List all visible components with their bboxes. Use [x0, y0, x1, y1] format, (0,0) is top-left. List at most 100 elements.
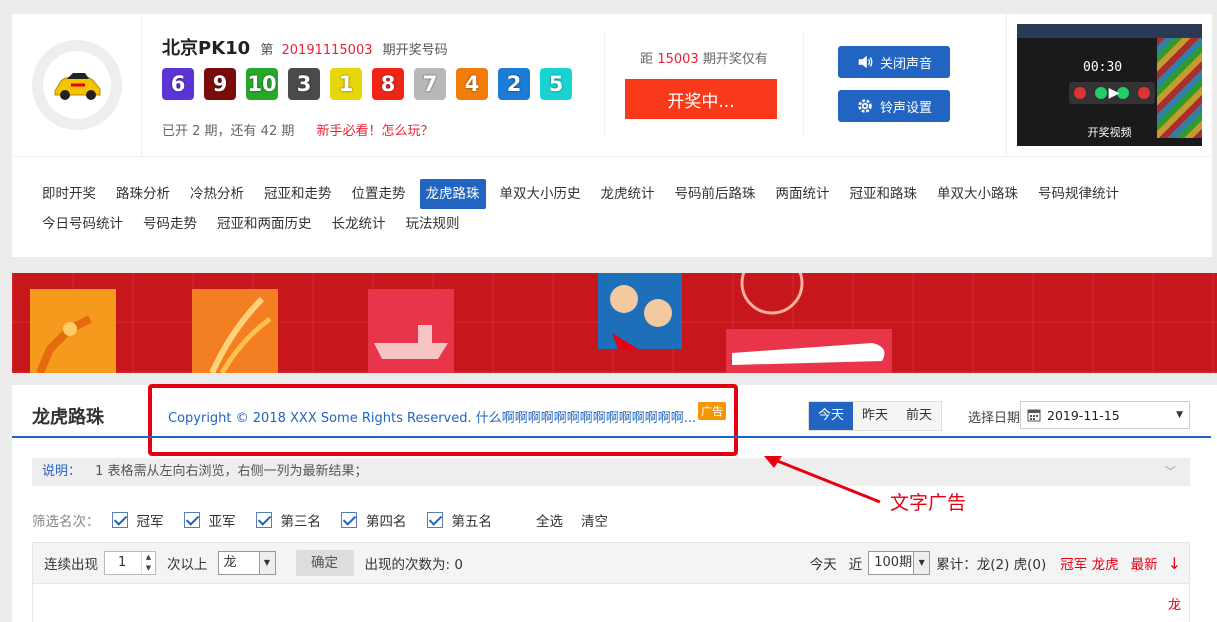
day-tabs: 今天 昨天 前天 [808, 401, 942, 431]
ringtone-button-label: 铃声设置 [879, 100, 932, 116]
checkbox-checked-icon[interactable] [255, 512, 272, 528]
help-link[interactable]: 新手必看！怎么玩？ [316, 124, 433, 139]
speaker-icon [858, 55, 873, 69]
nav-item-row2-3[interactable]: 长龙统计 [326, 209, 392, 239]
confirm-button[interactable]: 确定 [295, 550, 354, 576]
recent-label: 近 [848, 557, 863, 573]
stepper-arrows-icon[interactable]: ▲ ▼ [141, 552, 155, 574]
mute-button-label: 关闭声音 [879, 56, 932, 72]
times-above-label: 次以上 [167, 557, 208, 573]
result-ball: 3 [288, 68, 320, 100]
promo-banner[interactable] [12, 273, 1217, 373]
consecutive-label: 连续出现 [44, 557, 98, 573]
nav-item-row1-7[interactable]: 龙虎统计 [595, 179, 661, 209]
checkbox-checked-icon[interactable] [341, 512, 357, 528]
occurrence-count: 出现的次数为: 0 [364, 557, 463, 573]
nav-item-row2-2[interactable]: 冠亚和两面历史 [211, 209, 318, 239]
nav-item-row1-2[interactable]: 冷热分析 [184, 179, 250, 209]
children-tile [598, 273, 682, 349]
rank-checkbox-2[interactable]: 第三名 [255, 510, 321, 530]
select-arrow-icon: ▼ [258, 552, 275, 574]
game-name: 北京PK10 [162, 38, 251, 59]
result-ball: 5 [540, 68, 572, 100]
nav-item-row1-5[interactable]: 龙虎路珠 [419, 179, 486, 209]
draw-progress-text: 已开 2 期，还有 42 期 [162, 124, 295, 139]
gear-icon [858, 99, 872, 113]
draw-video-thumbnail[interactable]: 00:30 ▶ 开奖视频 [1017, 24, 1202, 146]
nav-item-row1-0[interactable]: 即时开奖 [36, 179, 102, 209]
issue-suffix: 期开奖号码 [382, 43, 448, 58]
select-all-link[interactable]: 全选 [536, 510, 563, 530]
day-tab-1[interactable]: 昨天 [853, 402, 897, 430]
clear-link[interactable]: 清空 [581, 510, 608, 530]
issue-number: 20191115003 [281, 43, 373, 58]
arrow-down-icon: ↓ [1167, 553, 1181, 573]
ship-tile [368, 289, 454, 373]
nav-item-row1-9[interactable]: 两面统计 [770, 179, 836, 209]
rank-checkbox-4[interactable]: 第五名 [426, 510, 492, 530]
countdown-panel: 距 15003 期开奖仅有 开奖中... [604, 34, 804, 136]
rank-filter: 筛选名次： 冠军 亚军 第三名 第四名 第五名 全选 清空 [32, 510, 608, 530]
draw-result-balls: 6 9 10 3 1 8 7 4 2 5 [162, 68, 572, 100]
nav-item-row1-4[interactable]: 位置走势 [346, 179, 412, 209]
countdown-issue: 15003 [657, 52, 699, 67]
countdown-text: 距 15003 期开奖仅有 [640, 52, 768, 67]
type-select[interactable]: 龙 ▼ [217, 551, 276, 575]
period-select[interactable]: 100期 ▼ [868, 551, 931, 575]
rank-checkbox-3[interactable]: 第四名 [341, 510, 407, 530]
video-label: 开奖视频 [1087, 126, 1132, 139]
nav-item-row1-11[interactable]: 单双大小路珠 [931, 179, 1024, 209]
rank-checkbox-0[interactable]: 冠军 [111, 510, 164, 530]
consecutive-count-stepper[interactable]: 1 ▲ ▼ [104, 551, 156, 575]
nav-item-row2-0[interactable]: 今日号码统计 [36, 209, 129, 239]
chevron-down-icon[interactable]: ﹀ [1165, 458, 1176, 486]
nav-item-row1-1[interactable]: 路珠分析 [110, 179, 176, 209]
nav-item-row2-4[interactable]: 玩法规则 [400, 209, 466, 239]
draw-status: 已开 2 期，还有 42 期 新手必看！怎么玩？ [162, 120, 434, 139]
checkbox-checked-icon[interactable] [426, 512, 443, 528]
nav-item-row1-12[interactable]: 号码规律统计 [1032, 179, 1125, 209]
calendar-icon [1027, 409, 1041, 422]
newest-label: 最新 [1130, 557, 1158, 573]
nav-item-row2-1[interactable]: 号码走势 [137, 209, 203, 239]
filter-label: 筛选名次： [32, 514, 100, 530]
query-toolbar: 连续出现 1 ▲ ▼ 次以上 龙 ▼ 确定 出现的次数为: 0 今天 近 100期… [32, 542, 1190, 584]
select-arrow-icon: ▼ [913, 552, 930, 574]
champion-dragon-tiger-label: 冠军 龙虎 [1060, 557, 1119, 573]
annotation-label: 文字广告 [890, 492, 967, 514]
road-cell: 龙 [1167, 598, 1181, 613]
day-tab-2[interactable]: 前天 [897, 402, 941, 430]
sound-controls: 关闭声音 铃声设置 [838, 46, 950, 134]
date-label: 选择日期 [968, 411, 1021, 426]
ringtone-settings-button[interactable]: 铃声设置 [838, 90, 950, 122]
today-link[interactable]: 今天 [810, 553, 837, 573]
analysis-nav: 即时开奖 路珠分析 冷热分析 冠亚和走势 位置走势 龙虎路珠 单双大小历史 龙虎统计 号码前后路… [12, 156, 1212, 257]
date-value: 2019-11-15 [1047, 407, 1120, 423]
drawing-button[interactable]: 开奖中... [625, 79, 777, 119]
checkbox-checked-icon[interactable] [111, 512, 128, 528]
toolbar-right: 今天 近 100期 ▼ 累计：龙(2) 虎(0) 冠军 龙虎 最新 ↓ [810, 543, 1181, 583]
annotation-arrow-icon [764, 456, 881, 504]
robot-arm-tile [30, 289, 116, 373]
lottery-header: 北京PK10 第 20191115003 期开奖号码 6 9 10 3 1 8 7 4 2 5 已… [12, 14, 1212, 156]
panel-title: 龙虎路珠 [32, 407, 104, 428]
total-stats: 累计：龙(2) 虎(0) [936, 557, 1047, 573]
nav-item-row1-6[interactable]: 单双大小历史 [494, 179, 587, 209]
nav-item-row1-8[interactable]: 号码前后路珠 [669, 179, 762, 209]
result-ball: 8 [372, 68, 404, 100]
mute-button[interactable]: 关闭声音 [838, 46, 950, 78]
ad-highlight-box [148, 384, 738, 456]
day-tab-0[interactable]: 今天 [809, 402, 853, 430]
issue-prefix: 第 [260, 43, 274, 58]
nav-item-row1-10[interactable]: 冠亚和路珠 [844, 179, 924, 209]
game-logo [32, 40, 122, 130]
checkbox-checked-icon[interactable] [183, 512, 200, 528]
result-ball: 9 [204, 68, 236, 100]
date-picker[interactable]: 2019-11-15 ▼ [1020, 401, 1190, 429]
rank-checkbox-1[interactable]: 亚军 [183, 510, 236, 530]
result-ball: 2 [498, 68, 530, 100]
nav-item-row1-3[interactable]: 冠亚和走势 [258, 179, 338, 209]
result-ball: 7 [414, 68, 446, 100]
video-timer: 00:30 [1083, 60, 1123, 75]
play-icon[interactable]: ▶ [1103, 82, 1125, 104]
